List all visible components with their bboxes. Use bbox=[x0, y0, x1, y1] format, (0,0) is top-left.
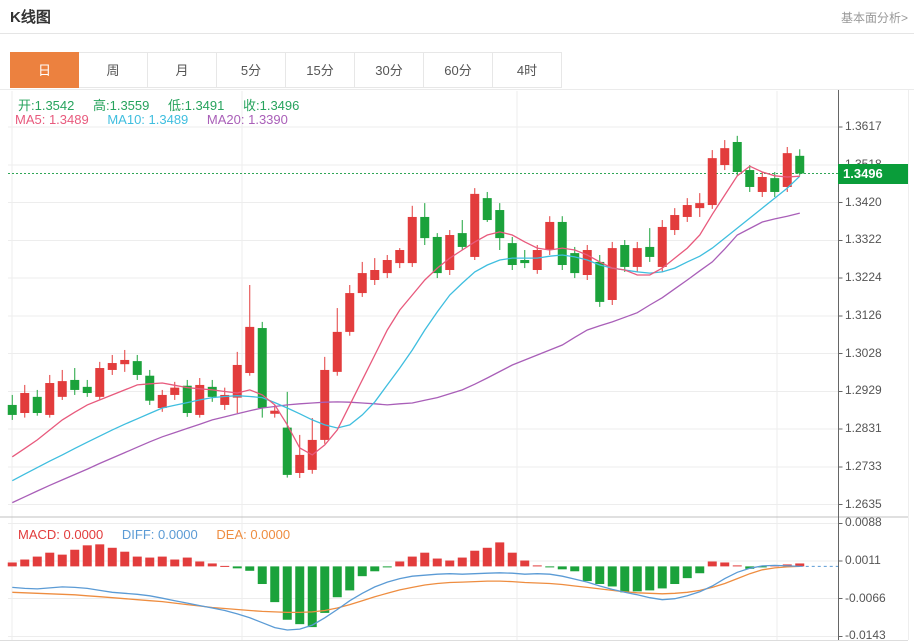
tab-30min[interactable]: 30分 bbox=[355, 52, 424, 88]
tab-5min[interactable]: 5分 bbox=[217, 52, 286, 88]
y-tick-label: 1.3126 bbox=[845, 308, 905, 323]
page-title: K线图 bbox=[10, 6, 51, 27]
interval-tabs: 日 周 月 5分 15分 30分 60分 4时 bbox=[10, 52, 562, 88]
high-value: 高:1.3559 bbox=[93, 98, 149, 113]
macd-legend: MACD: 0.0000 DIFF: 0.0000 DEA: 0.0000 bbox=[18, 527, 305, 542]
macd-tick-label: 0.0011 bbox=[845, 553, 905, 568]
ma10-value: MA10: 1.3489 bbox=[107, 112, 188, 127]
tab-day[interactable]: 日 bbox=[10, 52, 79, 88]
y-tick-label: 1.3420 bbox=[845, 195, 905, 210]
current-price-badge: 1.3496 bbox=[838, 164, 908, 184]
y-tick-label: 1.2635 bbox=[845, 497, 905, 512]
ma20-value: MA20: 1.3390 bbox=[207, 112, 288, 127]
kline-widget: K线图 基本面分析> 日 周 月 5分 15分 30分 60分 4时 开:1.3… bbox=[0, 0, 914, 644]
header-divider bbox=[0, 33, 914, 34]
tab-week[interactable]: 周 bbox=[79, 52, 148, 88]
tab-60min[interactable]: 60分 bbox=[424, 52, 493, 88]
ma-legend: MA5: 1.3489 MA10: 1.3489 MA20: 1.3390 bbox=[15, 112, 303, 127]
close-value: 收:1.3496 bbox=[243, 98, 299, 113]
y-tick-label: 1.3224 bbox=[845, 270, 905, 285]
fundamental-analysis-link[interactable]: 基本面分析> bbox=[841, 9, 908, 26]
y-tick-label: 1.3617 bbox=[845, 119, 905, 134]
macd-value: MACD: 0.0000 bbox=[18, 527, 103, 542]
y-tick-label: 1.3028 bbox=[845, 346, 905, 361]
diff-value: DIFF: 0.0000 bbox=[122, 527, 198, 542]
y-tick-label: 1.2733 bbox=[845, 459, 905, 474]
low-value: 低:1.3491 bbox=[168, 98, 224, 113]
y-tick-label: 1.2831 bbox=[845, 421, 905, 436]
y-tick-label: 1.3322 bbox=[845, 232, 905, 247]
tab-month[interactable]: 月 bbox=[148, 52, 217, 88]
ma5-value: MA5: 1.3489 bbox=[15, 112, 89, 127]
tabs-divider bbox=[0, 89, 914, 90]
dea-value: DEA: 0.0000 bbox=[216, 527, 290, 542]
y-tick-label: 1.2929 bbox=[845, 383, 905, 398]
macd-tick-label: 0.0088 bbox=[845, 515, 905, 530]
macd-tick-label: -0.0066 bbox=[845, 591, 905, 606]
tab-15min[interactable]: 15分 bbox=[286, 52, 355, 88]
macd-tick-label: -0.0143 bbox=[845, 628, 905, 643]
open-value: 开:1.3542 bbox=[18, 98, 74, 113]
tab-4hour[interactable]: 4时 bbox=[493, 52, 562, 88]
